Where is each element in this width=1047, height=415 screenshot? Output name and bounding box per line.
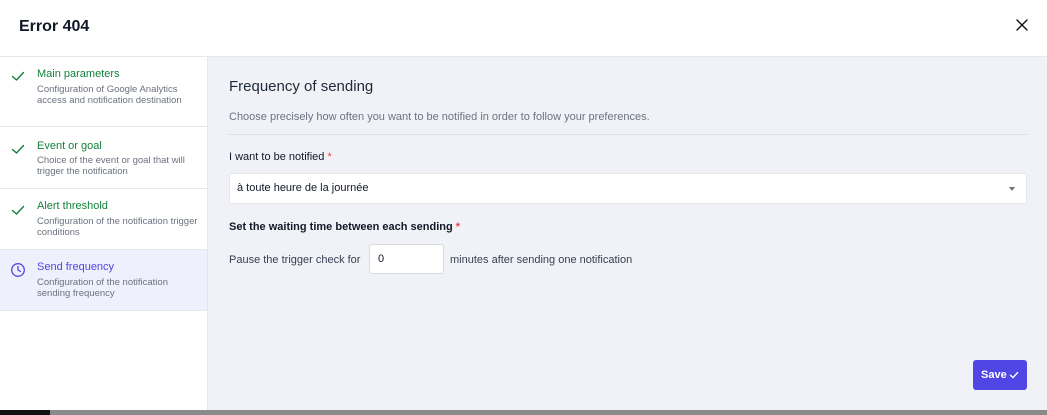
step-description: Choice of the event or goal that will tr…	[37, 155, 185, 177]
wait-field-label: Set the waiting time between each sendin…	[229, 221, 460, 233]
section-subtitle: Choose precisely how often you want to b…	[229, 111, 650, 123]
check-icon	[10, 68, 26, 84]
scrollbar-thumb[interactable]	[0, 410, 50, 415]
notify-field-label: I want to be notified *	[229, 151, 332, 163]
steps-sidebar: Main parameters Configuration of Google …	[0, 57, 208, 410]
step-alert-threshold[interactable]: Alert threshold Configuration of the not…	[0, 189, 207, 250]
notify-label-text: I want to be notified	[229, 151, 325, 163]
divider	[229, 134, 1027, 135]
section-heading: Frequency of sending	[229, 78, 374, 95]
step-label: Event or goal	[37, 140, 102, 152]
step-event-or-goal[interactable]: Event or goal Choice of the event or goa…	[0, 127, 207, 189]
wait-label-text: Set the waiting time between each sendin…	[229, 221, 453, 233]
modal-title: Error 404	[19, 18, 90, 35]
step-label: Main parameters	[37, 68, 120, 80]
step-description: Configuration of Google Analytics access…	[37, 84, 182, 106]
save-label: Save	[981, 369, 1007, 381]
check-icon	[10, 202, 26, 218]
step-label: Send frequency	[37, 261, 115, 273]
step-label: Alert threshold	[37, 200, 108, 212]
caret-down-icon	[1009, 187, 1015, 191]
check-icon	[10, 141, 26, 157]
step-main-parameters[interactable]: Main parameters Configuration of Google …	[0, 57, 207, 127]
required-marker: *	[455, 221, 461, 233]
step-description: Configuration of the notification sendin…	[37, 277, 168, 299]
select-value: à toute heure de la journée	[237, 182, 369, 194]
step-description: Configuration of the notification trigge…	[37, 216, 198, 238]
clock-icon	[10, 262, 26, 278]
bottom-scrollbar	[0, 410, 1047, 415]
pause-prefix-text: Pause the trigger check for	[229, 254, 361, 266]
required-marker: *	[327, 151, 332, 163]
close-icon[interactable]	[1012, 15, 1032, 35]
pause-suffix-text: minutes after sending one notification	[450, 254, 633, 266]
main-panel: Frequency of sending Choose precisely ho…	[208, 57, 1047, 410]
step-send-frequency[interactable]: Send frequency Configuration of the noti…	[0, 250, 207, 311]
save-button[interactable]: Save	[973, 360, 1027, 390]
check-icon	[1009, 370, 1019, 380]
pause-minutes-input[interactable]	[369, 244, 444, 274]
notify-frequency-select[interactable]: à toute heure de la journée	[229, 173, 1027, 204]
modal-header: Error 404	[0, 0, 1047, 57]
